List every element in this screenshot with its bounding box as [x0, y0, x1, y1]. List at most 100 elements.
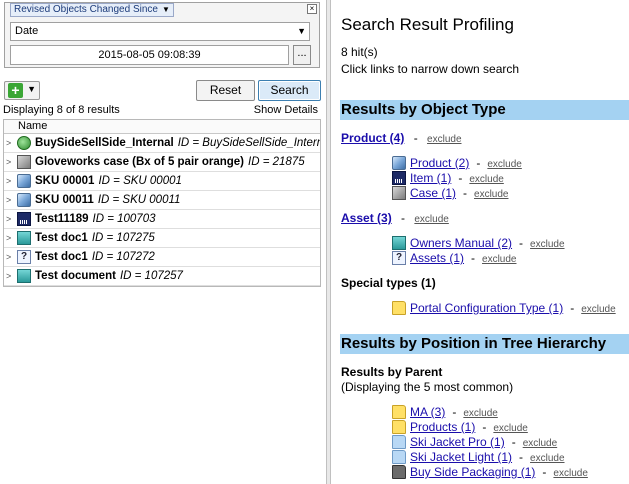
parent-link[interactable]: Products (1)	[410, 420, 475, 434]
parent-link[interactable]: MA (3)	[410, 405, 445, 419]
case-link[interactable]: Case (1)	[410, 186, 456, 200]
table-row[interactable]: > SKU 00001 ID = SKU 00001	[4, 172, 320, 191]
row-id: ID = BuySideSellSide_Internal	[177, 137, 320, 149]
folder-icon	[392, 405, 406, 419]
row-id: ID = SKU 00011	[97, 194, 181, 206]
show-details-link[interactable]: Show Details	[254, 104, 318, 116]
product-group-link[interactable]: Product (4)	[341, 131, 404, 145]
owners-manual-link[interactable]: Owners Manual (2)	[410, 236, 512, 250]
field-select[interactable]: Date ▼	[10, 22, 310, 41]
search-panel: Revised Objects Changed Since ▼ × Date ▼ …	[0, 0, 326, 484]
exclude-link[interactable]: exclude	[482, 254, 516, 265]
item-barcode-icon	[17, 212, 31, 226]
add-button[interactable]: + ▼	[4, 81, 40, 100]
chevron-down-icon: ▼	[27, 84, 36, 94]
table-row[interactable]: > Test11189 ID = 100703	[4, 210, 320, 229]
exclude-link[interactable]: exclude	[463, 408, 497, 419]
date-picker-button[interactable]: ...	[293, 45, 311, 65]
dash: -	[413, 131, 418, 145]
item-barcode-icon	[392, 171, 406, 185]
folder-blue-icon	[392, 450, 406, 464]
expand-icon[interactable]: >	[6, 248, 11, 266]
table-row[interactable]: > Test document ID = 107257	[4, 267, 320, 286]
results-count: Displaying 8 of 8 results	[3, 104, 120, 116]
portal-config-link[interactable]: Portal Configuration Type (1)	[410, 301, 563, 315]
plus-icon: +	[8, 83, 23, 98]
column-header-name[interactable]: Name	[4, 120, 320, 134]
parent-link[interactable]: Ski Jacket Light (1)	[410, 450, 512, 464]
results-by-parent-heading: Results by Parent	[341, 365, 443, 379]
close-icon[interactable]: ×	[307, 4, 317, 14]
dash: -	[401, 211, 406, 225]
folder-blue-icon	[392, 435, 406, 449]
reset-button[interactable]: Reset	[196, 80, 255, 101]
hint-text: Click links to narrow down search	[341, 62, 520, 76]
row-id: ID = 107275	[91, 232, 155, 244]
parent-link[interactable]: Buy Side Packaging (1)	[410, 465, 535, 479]
exclude-link[interactable]: exclude	[493, 423, 527, 434]
row-id: ID = 100703	[92, 213, 156, 225]
field-select-value: Date	[15, 25, 39, 37]
product-cube-icon	[392, 156, 406, 170]
item-link[interactable]: Item (1)	[410, 171, 451, 185]
exclude-link[interactable]: exclude	[523, 438, 557, 449]
exclude-link[interactable]: exclude	[553, 468, 587, 479]
product-item-link[interactable]: Product (2)	[410, 156, 469, 170]
page-title: Search Result Profiling	[341, 15, 514, 34]
row-name: BuySideSellSide_Internal	[35, 137, 174, 149]
document-icon	[17, 269, 31, 283]
row-name: SKU 00001	[35, 175, 95, 187]
filter-box: Revised Objects Changed Since ▼ × Date ▼ …	[4, 2, 320, 68]
expand-icon[interactable]: >	[6, 229, 11, 247]
case-icon	[392, 186, 406, 200]
row-name: SKU 00011	[35, 194, 94, 206]
date-input[interactable]: 2015-08-05 09:08:39	[10, 45, 289, 65]
dash: -	[542, 465, 547, 479]
chevron-down-icon: ▼	[161, 5, 170, 14]
dash: -	[519, 450, 524, 464]
case-icon	[17, 155, 31, 169]
table-row[interactable]: > SKU 00011 ID = SKU 00011	[4, 191, 320, 210]
hit-count: 8 hit(s)	[341, 45, 378, 59]
expand-icon[interactable]: >	[6, 134, 11, 152]
expand-icon[interactable]: >	[6, 267, 11, 285]
exclude-link[interactable]: exclude	[427, 134, 461, 145]
expand-icon[interactable]: >	[6, 172, 11, 190]
row-name: Test document	[35, 270, 116, 282]
expand-icon[interactable]: >	[6, 191, 11, 209]
search-button[interactable]: Search	[258, 80, 321, 101]
dash: -	[482, 420, 487, 434]
dash: -	[476, 156, 481, 170]
exclude-link[interactable]: exclude	[414, 214, 448, 225]
exclude-link[interactable]: exclude	[474, 189, 508, 200]
result-list: Name > BuySideSellSide_Internal ID = BuyS…	[3, 119, 321, 287]
table-row[interactable]: > Test doc1ID = 107272	[4, 248, 320, 267]
product-cube-icon	[17, 193, 31, 207]
chevron-down-icon: ▼	[297, 26, 306, 36]
filter-type-dropdown[interactable]: Revised Objects Changed Since ▼	[10, 3, 174, 17]
displaying-common-text: (Displaying the 5 most common)	[341, 380, 514, 394]
expand-icon[interactable]: >	[6, 210, 11, 228]
assets-link[interactable]: Assets (1)	[410, 251, 464, 265]
row-name: Test doc1	[35, 232, 88, 244]
asset-group-row: Asset (3) - exclude	[341, 211, 449, 225]
profiling-panel: Search Result Profiling 8 hit(s) Click l…	[331, 0, 629, 484]
parent-link[interactable]: Ski Jacket Pro (1)	[410, 435, 505, 449]
asset-icon	[392, 251, 406, 265]
expand-icon[interactable]: >	[6, 153, 11, 171]
row-id: ID = SKU 00001	[98, 175, 182, 187]
table-row[interactable]: > Gloveworks case (Bx of 5 pair orange) I…	[4, 153, 320, 172]
table-row[interactable]: > BuySideSellSide_Internal ID = BuySideSe…	[4, 134, 320, 153]
exclude-link[interactable]: exclude	[487, 159, 521, 170]
asset-icon	[17, 250, 31, 264]
product-cube-icon	[17, 174, 31, 188]
exclude-link[interactable]: exclude	[469, 174, 503, 185]
dash: -	[511, 435, 516, 449]
exclude-link[interactable]: exclude	[530, 239, 564, 250]
asset-group-link[interactable]: Asset (3)	[341, 211, 392, 225]
exclude-link[interactable]: exclude	[581, 304, 615, 315]
product-group-row: Product (4) - exclude	[341, 131, 462, 145]
folder-dark-icon	[392, 465, 406, 479]
exclude-link[interactable]: exclude	[530, 453, 564, 464]
table-row[interactable]: > Test doc1 ID = 107275	[4, 229, 320, 248]
